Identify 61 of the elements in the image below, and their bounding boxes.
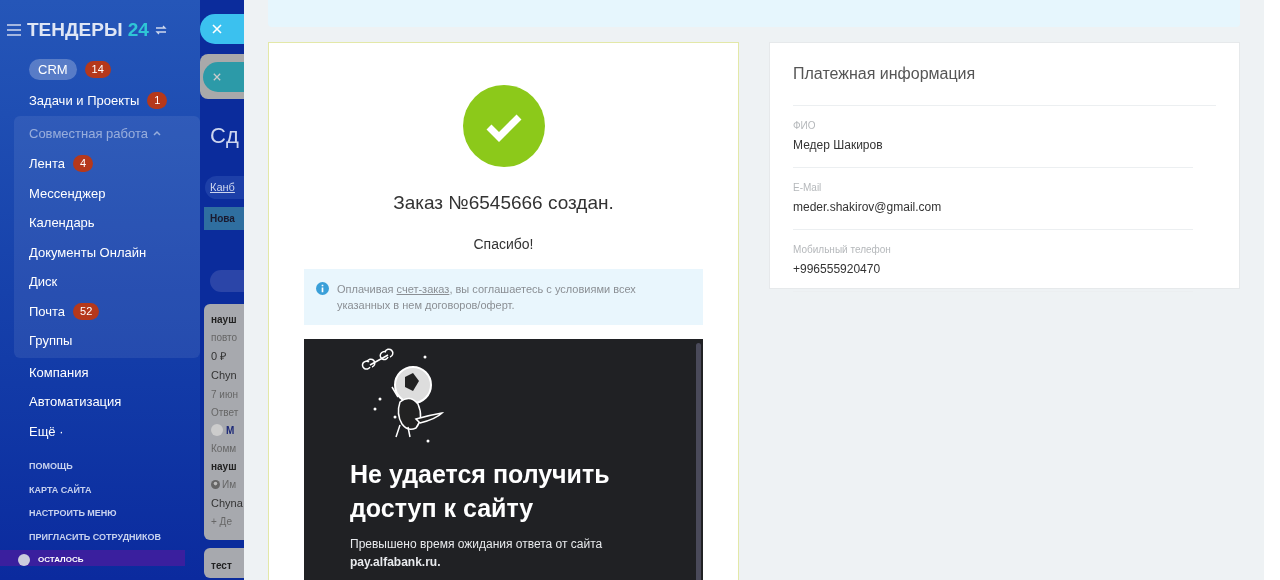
field-value: Медер Шакиров	[793, 137, 884, 154]
close-button[interactable]	[200, 14, 244, 44]
nav-item[interactable]: Группы	[29, 331, 73, 351]
card-text: 0 ₽	[211, 348, 228, 364]
notice-text: Оплачивая счет-заказ, вы соглашаетесь с условиями всех указанных в нем договоров/оферт.	[337, 281, 637, 313]
card-text: тест	[211, 559, 232, 571]
nav-item[interactable]: Лента	[29, 154, 65, 174]
user-icon	[211, 479, 220, 489]
check-icon	[462, 85, 545, 167]
card-text: 7 июн	[211, 387, 239, 402]
trial-note: ОСТАЛОСЬ	[38, 554, 84, 566]
card-text: Комм	[211, 441, 238, 456]
field-label: Мобильный телефон	[793, 243, 892, 257]
card-text: M	[226, 423, 235, 438]
nav-item[interactable]: Календарь	[29, 213, 95, 233]
search-bar	[210, 269, 244, 292]
nav-item[interactable]: Компания	[29, 362, 89, 382]
nav-item[interactable]: Задачи и Проекты	[29, 91, 140, 111]
column-header: Нова	[204, 206, 244, 230]
view-tab[interactable]: Канб	[205, 176, 244, 199]
field-value: +996555920470	[793, 261, 882, 278]
footer-link[interactable]: НАСТРОИТЬ МЕНЮ	[29, 507, 185, 521]
card-text: Chyna	[211, 495, 244, 511]
close-icon	[213, 72, 221, 81]
error-message: Превышено время ожидания ответа от сайта pay.alfabank.ru.	[350, 535, 604, 571]
nav-item[interactable]: Документы Онлайн	[29, 242, 147, 262]
card-text: Ответ	[211, 405, 240, 420]
nav-item[interactable]: Ещё ·	[29, 421, 64, 441]
field-value: meder.shakirov@gmail.com	[793, 199, 943, 216]
close-icon	[212, 24, 222, 34]
count-badge: 52	[73, 302, 100, 320]
card-text: Chyn	[211, 368, 238, 383]
card-text: повто	[211, 330, 239, 345]
nav-item[interactable]: Диск	[29, 272, 58, 292]
page-title: Сд	[209, 122, 240, 150]
menu-icon[interactable]	[7, 24, 21, 37]
footer-link[interactable]: КАРТА САЙТА	[29, 483, 185, 497]
thanks-text: Спасибо!	[473, 234, 534, 254]
avatar-icon	[211, 424, 223, 436]
card-text: + Де	[211, 515, 233, 529]
count-badge: 1	[147, 92, 168, 110]
count-badge: 14	[84, 60, 111, 78]
field-label: ФИО	[793, 119, 817, 133]
order-title: Заказ №6545666 создан.	[393, 191, 614, 215]
footer-link[interactable]: ПОМОЩЬ	[29, 460, 185, 474]
nav-item[interactable]: Мессенджер	[29, 183, 106, 203]
avatar-icon	[18, 554, 30, 566]
info-icon	[316, 281, 329, 295]
count-badge: 4	[73, 155, 94, 173]
payment-info-title: Платежная информация	[793, 43, 1216, 106]
field-label: E-Mail	[793, 181, 823, 195]
nav-item[interactable]: Автоматизация	[29, 392, 122, 412]
card-text: науш	[211, 312, 238, 327]
error-heading: Не удается получить доступ к сайту	[350, 458, 611, 524]
card-text: Им	[222, 477, 237, 492]
swap-icon[interactable]	[154, 25, 167, 36]
logo: ТЕНДЕРЫ 24	[27, 18, 149, 42]
card-text: науш	[211, 459, 238, 474]
nav-item[interactable]: Почта	[29, 301, 66, 321]
footer-link[interactable]: ПРИГЛАСИТЬ СОТРУДНИКОВ	[29, 530, 185, 544]
nav-pill[interactable]: CRM	[29, 58, 77, 80]
